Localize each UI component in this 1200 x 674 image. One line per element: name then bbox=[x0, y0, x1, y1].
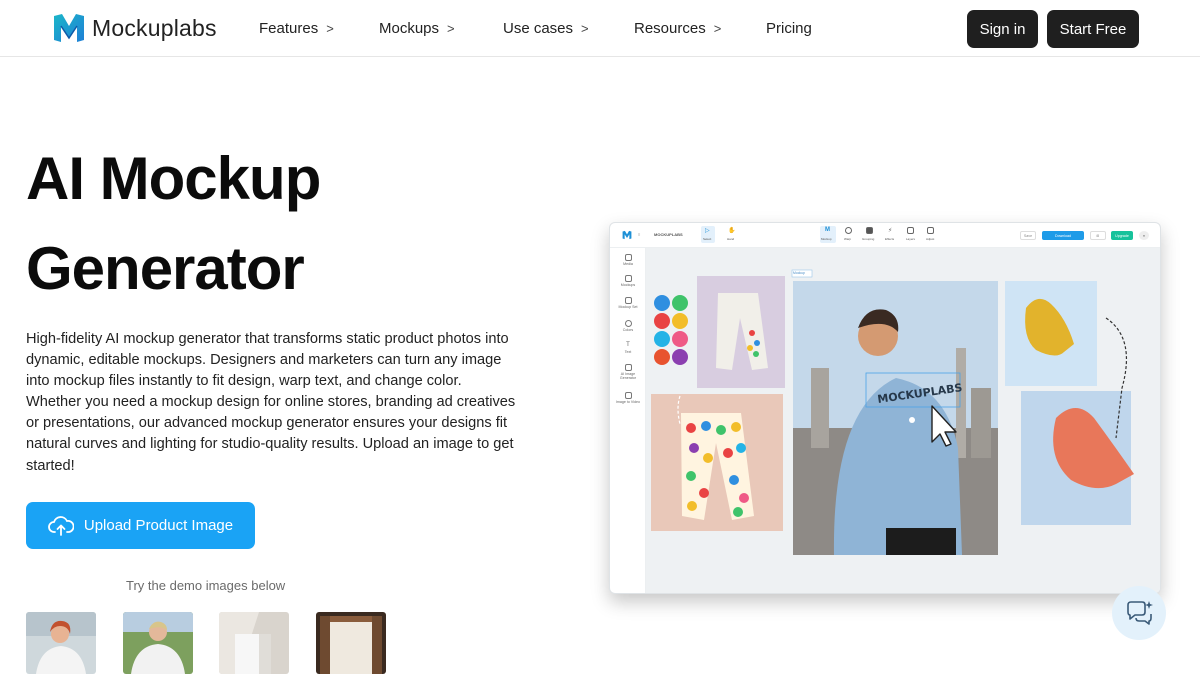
demo-box-image bbox=[219, 612, 289, 674]
editor-sidebar: Media Mockups Mockup Set Colors T Text AI… bbox=[610, 248, 646, 593]
toolbar-warp-label: Warp bbox=[844, 237, 852, 241]
toolbar-mockup[interactable]: M Mockup bbox=[820, 226, 836, 243]
selection-tag: Mockup bbox=[793, 271, 805, 275]
toolbar-mockup-label: Mockup bbox=[821, 237, 832, 241]
logo-icon bbox=[54, 14, 84, 42]
nav-mockups-label: Mockups bbox=[379, 20, 440, 37]
canvas-artwork: MOCKUPLABS bbox=[651, 269, 1134, 555]
demo-image-4[interactable] bbox=[316, 612, 386, 674]
nav-use-cases[interactable]: Use cases > bbox=[503, 20, 589, 37]
demo-woman-image bbox=[26, 612, 96, 674]
chevron-right-icon: > bbox=[713, 21, 722, 36]
editor-canvas[interactable]: MOCKUPLABS Mockup bbox=[646, 248, 1160, 593]
sidebar-item-mockup-set[interactable]: Mockup Set bbox=[614, 297, 642, 309]
menu-icon[interactable]: ≡ bbox=[638, 232, 640, 237]
save-button[interactable]: Save bbox=[1020, 231, 1036, 240]
download-button[interactable]: Download bbox=[1042, 231, 1084, 240]
sidebar-item-label: Text bbox=[624, 350, 632, 354]
select-tool[interactable]: ▷ Select bbox=[701, 226, 715, 243]
sidebar-item-label: Colors bbox=[622, 328, 634, 332]
toolbar-adjust[interactable]: Adjust bbox=[924, 226, 938, 243]
mockup-set-icon bbox=[624, 297, 632, 304]
logo-icon bbox=[622, 230, 632, 240]
hand-icon: ✋ bbox=[728, 228, 736, 234]
chevron-right-icon: > bbox=[326, 21, 334, 36]
title-line-1: AI Mockup bbox=[26, 145, 321, 212]
hand-tool-label: Hand bbox=[727, 237, 735, 241]
toolbar-layers-label: Layers bbox=[906, 237, 916, 241]
chevron-right-icon: > bbox=[447, 21, 455, 36]
page-title: AI Mockup Generator bbox=[26, 134, 546, 314]
sidebar-item-colors[interactable]: Colors bbox=[614, 320, 642, 332]
mockups-icon bbox=[624, 275, 632, 282]
demo-man-hoodie-image bbox=[123, 612, 193, 674]
sidebar-item-label: Mockup Set bbox=[618, 305, 638, 309]
video-icon bbox=[624, 392, 632, 399]
demo-frame-image bbox=[316, 612, 386, 674]
toolbar-layers[interactable]: Layers bbox=[904, 226, 918, 243]
demo-image-2[interactable] bbox=[123, 612, 193, 674]
demo-caption: Try the demo images below bbox=[126, 578, 286, 593]
brand-name: Mockuplabs bbox=[92, 14, 217, 41]
ai-image-icon bbox=[624, 364, 632, 371]
brand-logo[interactable]: Mockuplabs bbox=[52, 12, 217, 44]
demo-image-3[interactable] bbox=[219, 612, 289, 674]
media-icon bbox=[624, 254, 632, 261]
upload-product-image-button[interactable]: Upload Product Image bbox=[26, 502, 255, 549]
grouping-icon bbox=[866, 227, 873, 234]
chat-sparkle-icon bbox=[1127, 601, 1153, 625]
mockup-icon: M bbox=[825, 227, 830, 233]
editor-toolbar: ≡ MOCKUPLABS ▷ Select ✋ Hand M Mockup Wa… bbox=[610, 223, 1160, 248]
toolbar-effects[interactable]: ⚡ Effects bbox=[884, 226, 898, 243]
chevron-right-icon: > bbox=[581, 21, 589, 36]
nav-resources-label: Resources bbox=[634, 20, 706, 37]
nav-resources[interactable]: Resources > bbox=[634, 20, 721, 37]
toolbar-warp[interactable]: Warp bbox=[842, 226, 856, 243]
avatar[interactable]: ● bbox=[1139, 231, 1149, 240]
sidebar-item-mockups[interactable]: Mockups bbox=[614, 275, 642, 287]
chat-support-button[interactable] bbox=[1112, 586, 1166, 640]
upload-cloud-icon bbox=[48, 515, 74, 536]
nav-features-label: Features bbox=[259, 20, 319, 37]
sidebar-item-image-to-video[interactable]: Image to Video bbox=[614, 392, 642, 404]
hero-description: High-fidelity AI mockup generator that t… bbox=[26, 331, 516, 474]
sidebar-item-media[interactable]: Media bbox=[614, 254, 642, 266]
top-navbar: Mockuplabs Features > Mockups > Use case… bbox=[0, 0, 1200, 57]
color-swatches bbox=[654, 295, 688, 365]
sidebar-item-label: Image to Video bbox=[615, 400, 641, 404]
nav-pricing[interactable]: Pricing bbox=[766, 20, 812, 37]
nav-mockups[interactable]: Mockups > bbox=[379, 20, 455, 37]
hand-tool[interactable]: ✋ Hand bbox=[724, 226, 738, 243]
sidebar-item-label: Media bbox=[623, 262, 633, 266]
demo-image-1[interactable] bbox=[26, 612, 96, 674]
editor-preview: ≡ MOCKUPLABS ▷ Select ✋ Hand M Mockup Wa… bbox=[609, 222, 1161, 594]
sign-in-button[interactable]: Sign in bbox=[967, 10, 1038, 48]
palette-icon bbox=[624, 320, 632, 327]
sidebar-item-text[interactable]: T Text bbox=[614, 342, 642, 354]
nav-features[interactable]: Features > bbox=[259, 20, 334, 37]
cursor-icon: ▷ bbox=[705, 228, 710, 234]
project-name: MOCKUPLABS bbox=[654, 232, 683, 237]
layers-icon bbox=[907, 227, 914, 234]
title-line-2: Generator bbox=[26, 235, 305, 302]
sidebar-item-label: Mockups bbox=[620, 283, 636, 287]
warp-icon bbox=[845, 227, 852, 234]
sidebar-item-ai-image[interactable]: AI Image Generator bbox=[614, 364, 642, 380]
nav-pricing-label: Pricing bbox=[766, 20, 812, 37]
effects-icon: ⚡ bbox=[888, 228, 893, 234]
toolbar-adjust-label: Adjust bbox=[926, 237, 935, 241]
toolbar-grouping[interactable]: Grouping bbox=[862, 226, 878, 243]
nav-use-cases-label: Use cases bbox=[503, 20, 574, 37]
select-tool-label: Select bbox=[703, 237, 712, 241]
toolbar-effects-label: Effects bbox=[885, 237, 895, 241]
upgrade-button[interactable]: Upgrade bbox=[1111, 231, 1133, 240]
adjust-icon bbox=[927, 227, 934, 234]
upload-button-label: Upload Product Image bbox=[83, 517, 234, 534]
zoom-control[interactable]: ⊞ bbox=[1090, 231, 1106, 240]
sidebar-item-label: AI Image Generator bbox=[619, 372, 637, 380]
text-icon: T bbox=[626, 342, 630, 348]
toolbar-grouping-label: Grouping bbox=[862, 237, 875, 241]
start-free-button[interactable]: Start Free bbox=[1047, 10, 1139, 48]
